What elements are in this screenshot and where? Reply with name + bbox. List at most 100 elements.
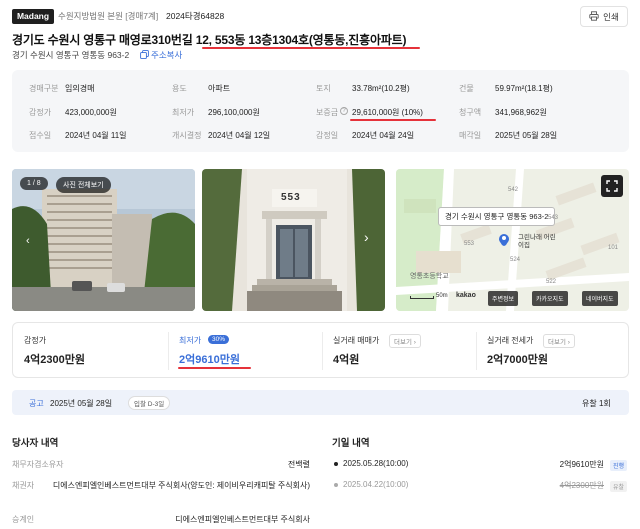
- info-value: 59.97m²(18.1평): [495, 84, 553, 93]
- info-value: 33.78m²(10.2평): [352, 84, 410, 93]
- property-photo-exterior[interactable]: 1 / 8 사진 전체보기 ‹: [12, 169, 195, 311]
- building-number-sign: 553: [281, 192, 301, 203]
- party-role: 채권자: [12, 481, 35, 490]
- auction-dates-section-title: 기일 내역: [332, 438, 370, 449]
- jeonse-price-value: 2억7000만원: [487, 354, 548, 366]
- info-value: 2024년 04월 24일: [352, 131, 415, 140]
- info-label: 매각일: [459, 131, 482, 140]
- location-map[interactable]: 경기 수원시 영통구 영통동 963-2 그린나래 어린이집 영통초등학교 54…: [396, 169, 629, 311]
- party-role: 승계인: [12, 515, 35, 524]
- case-number: 2024타경64828: [166, 11, 225, 21]
- print-button[interactable]: 인쇄: [580, 6, 628, 27]
- info-label: 접수일: [29, 131, 52, 140]
- min-price-value: 2억9610만원: [179, 354, 240, 366]
- property-address-title: 경기도 수원시 영통구 매영로310번길 12, 553동 13층1304호(영…: [12, 33, 407, 47]
- info-label: 개시결정: [172, 131, 202, 140]
- expand-icon: [606, 180, 618, 192]
- more-label: 더보기: [394, 339, 412, 346]
- printer-icon: [589, 10, 599, 23]
- party-name: 디에스엔피엘인베스트먼트대부 주식회사: [175, 515, 310, 524]
- info-value: 아파트: [208, 84, 231, 93]
- madang-logo[interactable]: Madang: [12, 9, 54, 24]
- parties-section-title: 당사자 내역: [12, 438, 59, 449]
- map-number: 101: [608, 245, 619, 251]
- copy-icon: [140, 49, 149, 61]
- info-value: 2025년 05월 28일: [495, 131, 558, 140]
- fail-count: 유찰 1회: [582, 399, 611, 408]
- info-label: 경매구분: [29, 84, 59, 93]
- bullet: [334, 462, 338, 466]
- divider: [322, 332, 323, 370]
- divider: [476, 332, 477, 370]
- jeonse-price-label: 실거래 전세가: [487, 336, 534, 345]
- notice-date: 2025년 05월 28일: [50, 399, 113, 408]
- kakao-map-button[interactable]: 카카오지도: [532, 291, 568, 306]
- info-value: 296,100,000원: [208, 108, 260, 117]
- min-price-highlight-underline: [178, 367, 251, 369]
- price-summary-panel: 감정가 4억2300만원 최저가 30% 2억9610만원 실거래 매매가 더보…: [12, 322, 629, 378]
- copy-address-button[interactable]: 주소복사: [140, 49, 182, 61]
- auction-date: 2025.04.22(10:00): [343, 480, 409, 489]
- print-label: 인쇄: [603, 11, 619, 22]
- bid-dday-badge: 입찰 D-3일: [128, 396, 171, 410]
- info-value: 임의경매: [65, 84, 95, 93]
- divider: [168, 332, 169, 370]
- auction-date: 2025.05.28(10:00): [343, 459, 409, 468]
- title-highlight-underline: [202, 47, 420, 49]
- status-badge-progress: 진행: [610, 460, 628, 471]
- jeonse-more-button[interactable]: 더보기 ›: [543, 334, 575, 348]
- info-value: 423,000,000원: [65, 108, 117, 117]
- map-scale-bar: [410, 296, 434, 299]
- min-price-label: 최저가: [179, 336, 202, 345]
- sale-price-value: 4억원: [333, 354, 360, 366]
- notice-label: 공고: [29, 399, 44, 408]
- photo-counter: 1 / 8: [20, 177, 48, 190]
- bullet: [334, 483, 338, 487]
- map-number: 553: [464, 241, 475, 247]
- min-price-percent-badge: 30%: [208, 335, 230, 344]
- auction-price: 2억9610만원: [559, 460, 604, 469]
- map-number: 543: [548, 215, 559, 221]
- info-label: 토지: [316, 84, 331, 93]
- photo-prev-arrow-icon[interactable]: ‹: [26, 235, 30, 247]
- property-info-panel: 경매구분 임의경매 용도 아파트 토지 33.78m²(10.2평) 건물 59…: [12, 70, 629, 152]
- map-school-label: 영통초등학교: [410, 273, 449, 280]
- property-photo-entrance[interactable]: 553 ›: [202, 169, 385, 311]
- fullscreen-map-button[interactable]: [601, 175, 623, 197]
- sale-price-label: 실거래 매매가: [333, 336, 380, 345]
- map-number: 524: [510, 257, 521, 263]
- view-all-photos-button[interactable]: 사진 전체보기: [56, 177, 111, 193]
- info-value: 2024년 04월 11일: [65, 131, 127, 140]
- map-kindergarten-label: 그린나래 어린이집: [518, 234, 556, 249]
- map-address-popup: 경기 수원시 영통구 영통동 963-2: [438, 207, 556, 226]
- notice-bar: 공고 2025년 05월 28일 입찰 D-3일 유찰 1회: [12, 390, 629, 415]
- info-label: 감정일: [316, 131, 339, 140]
- appraisal-label: 감정가: [24, 336, 47, 345]
- info-label: 보증금: [316, 108, 339, 117]
- info-label: 최저가: [172, 108, 195, 117]
- info-value: 29,610,000원 (10%): [352, 108, 423, 117]
- help-icon[interactable]: ?: [340, 107, 348, 115]
- deposit-highlight-underline: [350, 119, 436, 121]
- naver-map-button[interactable]: 네이버지도: [582, 291, 618, 306]
- info-label: 감정가: [29, 108, 52, 117]
- sale-more-button[interactable]: 더보기 ›: [389, 334, 421, 348]
- copy-address-label: 주소복사: [151, 50, 183, 60]
- info-value: 341,968,962원: [495, 108, 547, 117]
- map-number: 542: [508, 187, 519, 193]
- map-scale-label: 50m: [436, 293, 448, 299]
- party-name: 디에스엔피엘인베스트먼트대부 주식회사(양도인: 제이비우리캐피탈 주식회사): [52, 481, 310, 490]
- party-name: 전백렬: [287, 460, 310, 469]
- photo-next-arrow-icon[interactable]: ›: [364, 229, 369, 245]
- court-name: 수원지방법원 본원 [경매7계]: [58, 11, 159, 21]
- more-label: 더보기: [548, 339, 566, 346]
- info-value: 2024년 04월 12일: [208, 131, 271, 140]
- nearby-info-button[interactable]: 주변정보: [488, 291, 519, 306]
- info-label: 청구액: [459, 108, 482, 117]
- kakao-logo: kakao: [456, 292, 476, 299]
- status-badge-failed: 유찰: [610, 481, 628, 492]
- appraisal-value: 4억2300만원: [24, 354, 85, 366]
- auction-price: 4억2300만원: [559, 481, 604, 490]
- lot-address: 경기 수원시 영통구 영통동 963-2: [12, 50, 130, 60]
- map-number: 522: [546, 279, 557, 285]
